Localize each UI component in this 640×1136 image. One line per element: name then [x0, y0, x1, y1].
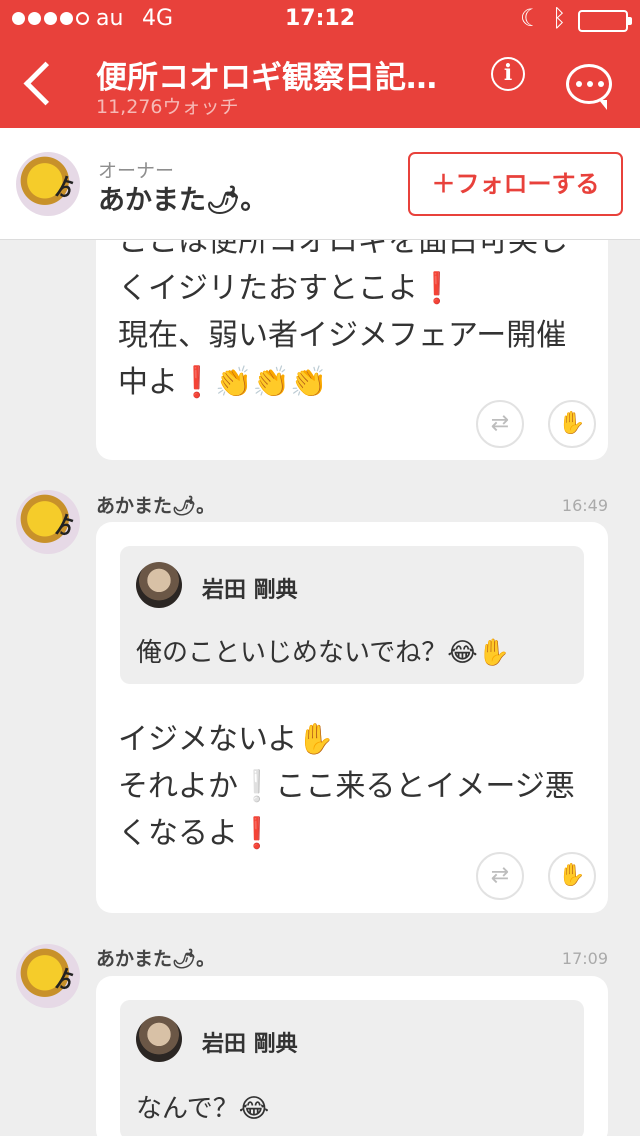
message-line: 中よ❗👏👏👏 — [118, 365, 328, 400]
message-line: イジメないよ✋ — [118, 722, 335, 757]
clap-button[interactable]: ✋ — [548, 852, 596, 900]
author-avatar[interactable] — [16, 944, 80, 1008]
quote-text: 俺のこといじめないでね？😂✋ — [136, 638, 510, 668]
follow-button[interactable]: ＋フォローする — [408, 152, 623, 216]
message-author[interactable]: あかまた🌶。 — [96, 944, 215, 971]
clock: 17:12 — [284, 6, 356, 31]
back-button[interactable] — [20, 62, 60, 108]
repost-icon: ⇄ — [490, 863, 510, 888]
quote-author: 岩田 剛典 — [202, 1032, 298, 1057]
message-time: 17:09 — [561, 949, 608, 968]
info-icon: i — [503, 60, 513, 86]
quote-avatar — [136, 1016, 182, 1062]
message-author[interactable]: あかまた🌶。 — [96, 491, 215, 518]
clap-hand-icon: ✋ — [558, 411, 586, 436]
owner-avatar[interactable] — [16, 152, 80, 216]
status-bar: au 4G 17:12 ☾ ᛒ — [0, 0, 640, 40]
app-header: au 4G 17:12 ☾ ᛒ 便所コオロギ観察日記… 11,276ウォッチ i — [0, 0, 640, 128]
clap-button[interactable]: ✋ — [548, 400, 596, 448]
repost-button[interactable]: ⇄ — [476, 400, 524, 448]
quoted-message[interactable]: 岩田 剛典 俺のこといじめないでね？😂✋ — [120, 546, 584, 684]
message-line: くイジリたおすとこよ❗ — [118, 271, 456, 306]
message-line: くなるよ❗ — [118, 816, 276, 851]
chat-bubble-icon — [576, 81, 604, 87]
owner-name[interactable]: あかまた🌶。 — [98, 178, 267, 217]
page-title: 便所コオロギ観察日記… — [96, 60, 437, 96]
quoted-message[interactable]: 岩田 剛典 なんで？😂 — [120, 1000, 584, 1136]
message-line: それよか❕ここ来るとイメージ悪 — [118, 769, 575, 804]
bluetooth-icon: ᛒ — [552, 4, 567, 32]
do-not-disturb-icon: ☾ — [520, 4, 542, 32]
quote-avatar — [136, 562, 182, 608]
quote-text: なんで？😂 — [136, 1094, 270, 1124]
repost-icon: ⇄ — [490, 411, 510, 436]
info-button[interactable]: i — [491, 57, 525, 91]
message-bubble: 岩田 剛典 なんで？😂 — [96, 976, 608, 1136]
repost-button[interactable]: ⇄ — [476, 852, 524, 900]
watch-count: 11,276ウォッチ — [96, 96, 239, 118]
clap-hand-icon: ✋ — [558, 863, 586, 888]
message-line: 現在、弱い者イジメフェアー開催 — [118, 318, 567, 353]
chat-button[interactable] — [566, 64, 612, 110]
battery-icon — [578, 10, 632, 32]
quote-author: 岩田 剛典 — [202, 578, 298, 603]
message-bubble: 岩田 剛典 俺のこといじめないでね？😂✋ イジメないよ✋ それよか❕ここ来るとイ… — [96, 522, 608, 913]
owner-bar: オーナー あかまた🌶。 ＋フォローする — [0, 128, 640, 240]
author-avatar[interactable] — [16, 490, 80, 554]
message-time: 16:49 — [561, 496, 608, 515]
